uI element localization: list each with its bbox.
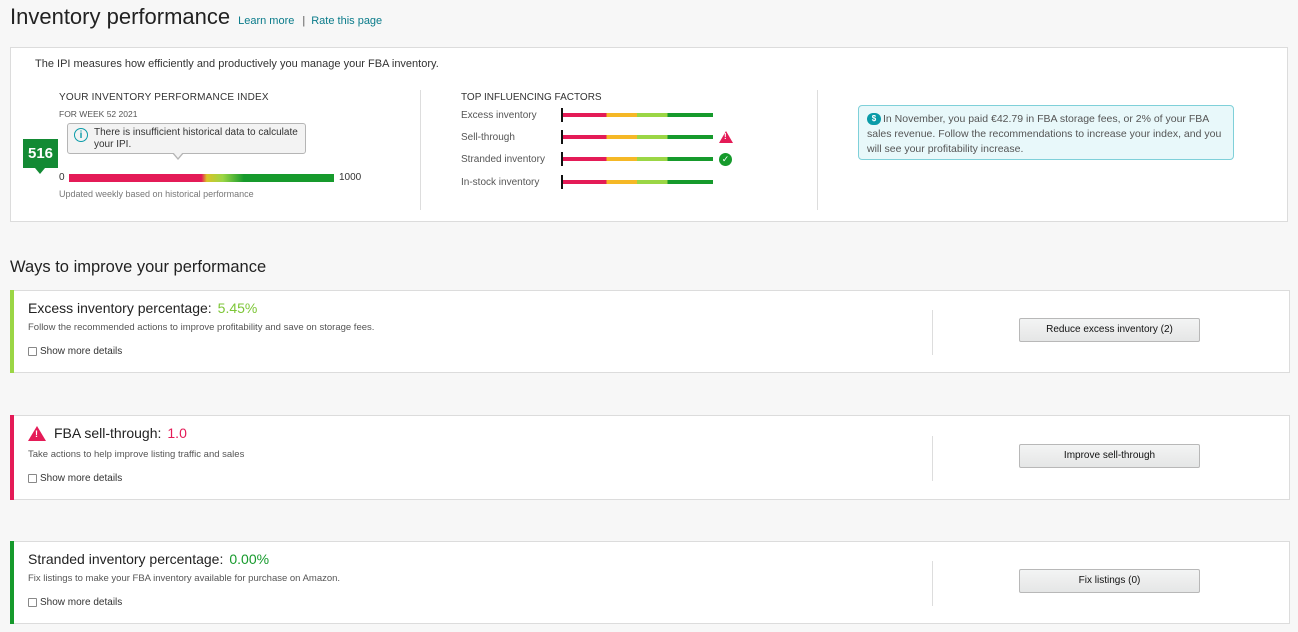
factor-bar bbox=[561, 113, 713, 117]
show-more-details-checkbox[interactable]: Show more details bbox=[28, 597, 122, 608]
card-title-label: Excess inventory percentage: bbox=[28, 300, 212, 316]
reduce-excess-inventory-button[interactable]: Reduce excess inventory (2) bbox=[1019, 318, 1200, 342]
ipi-score-badge: 516 bbox=[23, 139, 58, 174]
card-title: ! FBA sell-through: 1.0 bbox=[28, 425, 187, 441]
factor-in-stock-inventory: In-stock inventory bbox=[461, 175, 761, 189]
show-more-label[interactable]: Show more details bbox=[40, 597, 122, 608]
ipi-bar-min: 0 bbox=[59, 172, 65, 183]
factor-sell-through: Sell-through ! bbox=[461, 130, 761, 144]
show-more-details-checkbox[interactable]: Show more details bbox=[28, 473, 122, 484]
card-description: Fix listings to make your FBA inventory … bbox=[28, 573, 341, 584]
ipi-score: 516 bbox=[27, 145, 54, 162]
sell-through-card: ! FBA sell-through: 1.0 Take actions to … bbox=[10, 415, 1290, 500]
factor-label: Sell-through bbox=[461, 132, 515, 143]
factor-marker bbox=[561, 130, 563, 144]
card-value: 5.45% bbox=[217, 300, 258, 316]
header-separator: | bbox=[302, 15, 306, 27]
factors-title: TOP INFLUENCING FACTORS bbox=[461, 92, 602, 103]
card-value: 1.0 bbox=[167, 425, 187, 441]
factor-marker bbox=[561, 175, 563, 189]
card-title-label: Stranded inventory percentage: bbox=[28, 551, 224, 567]
ipi-updated-note: Updated weekly based on historical perfo… bbox=[59, 189, 254, 199]
card-title: Stranded inventory percentage: 0.00% bbox=[28, 551, 269, 567]
ipi-bar-max: 1000 bbox=[339, 172, 362, 183]
improve-sell-through-button[interactable]: Improve sell-through bbox=[1019, 444, 1200, 468]
ipi-section-title: YOUR INVENTORY PERFORMANCE INDEX bbox=[59, 92, 269, 103]
show-more-label[interactable]: Show more details bbox=[40, 473, 122, 484]
checkbox-box[interactable] bbox=[28, 474, 37, 483]
card-value: 0.00% bbox=[229, 551, 270, 567]
show-more-details-checkbox[interactable]: Show more details bbox=[28, 346, 122, 357]
factor-bar bbox=[561, 157, 713, 161]
tooltip-text: There is insufficient historical data to… bbox=[94, 127, 298, 150]
ipi-gauge-bar bbox=[69, 174, 334, 182]
improve-section-title: Ways to improve your performance bbox=[10, 258, 267, 276]
card-description: Take actions to help improve listing tra… bbox=[28, 449, 245, 460]
factor-label: Excess inventory bbox=[461, 110, 537, 121]
checkbox-box[interactable] bbox=[28, 347, 37, 356]
excess-inventory-card: Excess inventory percentage: 5.45% Follo… bbox=[10, 290, 1290, 373]
storage-fee-notice: $ In November, you paid €42.79 in FBA sto… bbox=[858, 105, 1234, 160]
factor-bar bbox=[561, 180, 713, 184]
card-description: Follow the recommended actions to improv… bbox=[28, 322, 375, 333]
factor-marker bbox=[561, 152, 563, 166]
stranded-inventory-card: Stranded inventory percentage: 0.00% Fix… bbox=[10, 541, 1290, 624]
divider bbox=[932, 436, 933, 481]
fee-notice-text: In November, you paid €42.79 in FBA stor… bbox=[867, 113, 1222, 155]
card-accent bbox=[10, 541, 14, 624]
factor-marker bbox=[561, 108, 563, 122]
warning-icon: ! bbox=[28, 425, 46, 441]
show-more-label[interactable]: Show more details bbox=[40, 346, 122, 357]
checkbox-box[interactable] bbox=[28, 598, 37, 607]
card-title: Excess inventory percentage: 5.45% bbox=[28, 300, 257, 316]
divider bbox=[817, 90, 818, 210]
card-accent bbox=[10, 290, 14, 373]
page-header: Inventory performance Learn more | Rate … bbox=[10, 4, 382, 30]
check-icon: ✓ bbox=[719, 153, 732, 166]
ipi-week: FOR WEEK 52 2021 bbox=[59, 109, 138, 119]
fix-listings-button[interactable]: Fix listings (0) bbox=[1019, 569, 1200, 593]
factor-stranded-inventory: Stranded inventory ✓ bbox=[461, 152, 761, 166]
money-icon: $ bbox=[867, 113, 881, 126]
rate-page-link[interactable]: Rate this page bbox=[311, 15, 382, 27]
divider bbox=[420, 90, 421, 210]
page-title: Inventory performance bbox=[10, 4, 231, 29]
learn-more-link[interactable]: Learn more bbox=[238, 15, 294, 27]
warning-icon: ! bbox=[719, 131, 733, 143]
factor-label: Stranded inventory bbox=[461, 154, 545, 165]
factor-label: In-stock inventory bbox=[461, 177, 540, 188]
divider bbox=[932, 310, 933, 355]
insufficient-data-tooltip: i There is insufficient historical data … bbox=[67, 123, 306, 160]
card-accent bbox=[10, 415, 14, 500]
ipi-card: The IPI measures how efficiently and pro… bbox=[10, 47, 1288, 222]
factor-excess-inventory: Excess inventory bbox=[461, 108, 761, 122]
factor-bar bbox=[561, 135, 713, 139]
info-icon: i bbox=[74, 128, 88, 142]
card-title-label: FBA sell-through: bbox=[54, 425, 162, 441]
ipi-intro: The IPI measures how efficiently and pro… bbox=[35, 58, 439, 70]
divider bbox=[932, 561, 933, 606]
